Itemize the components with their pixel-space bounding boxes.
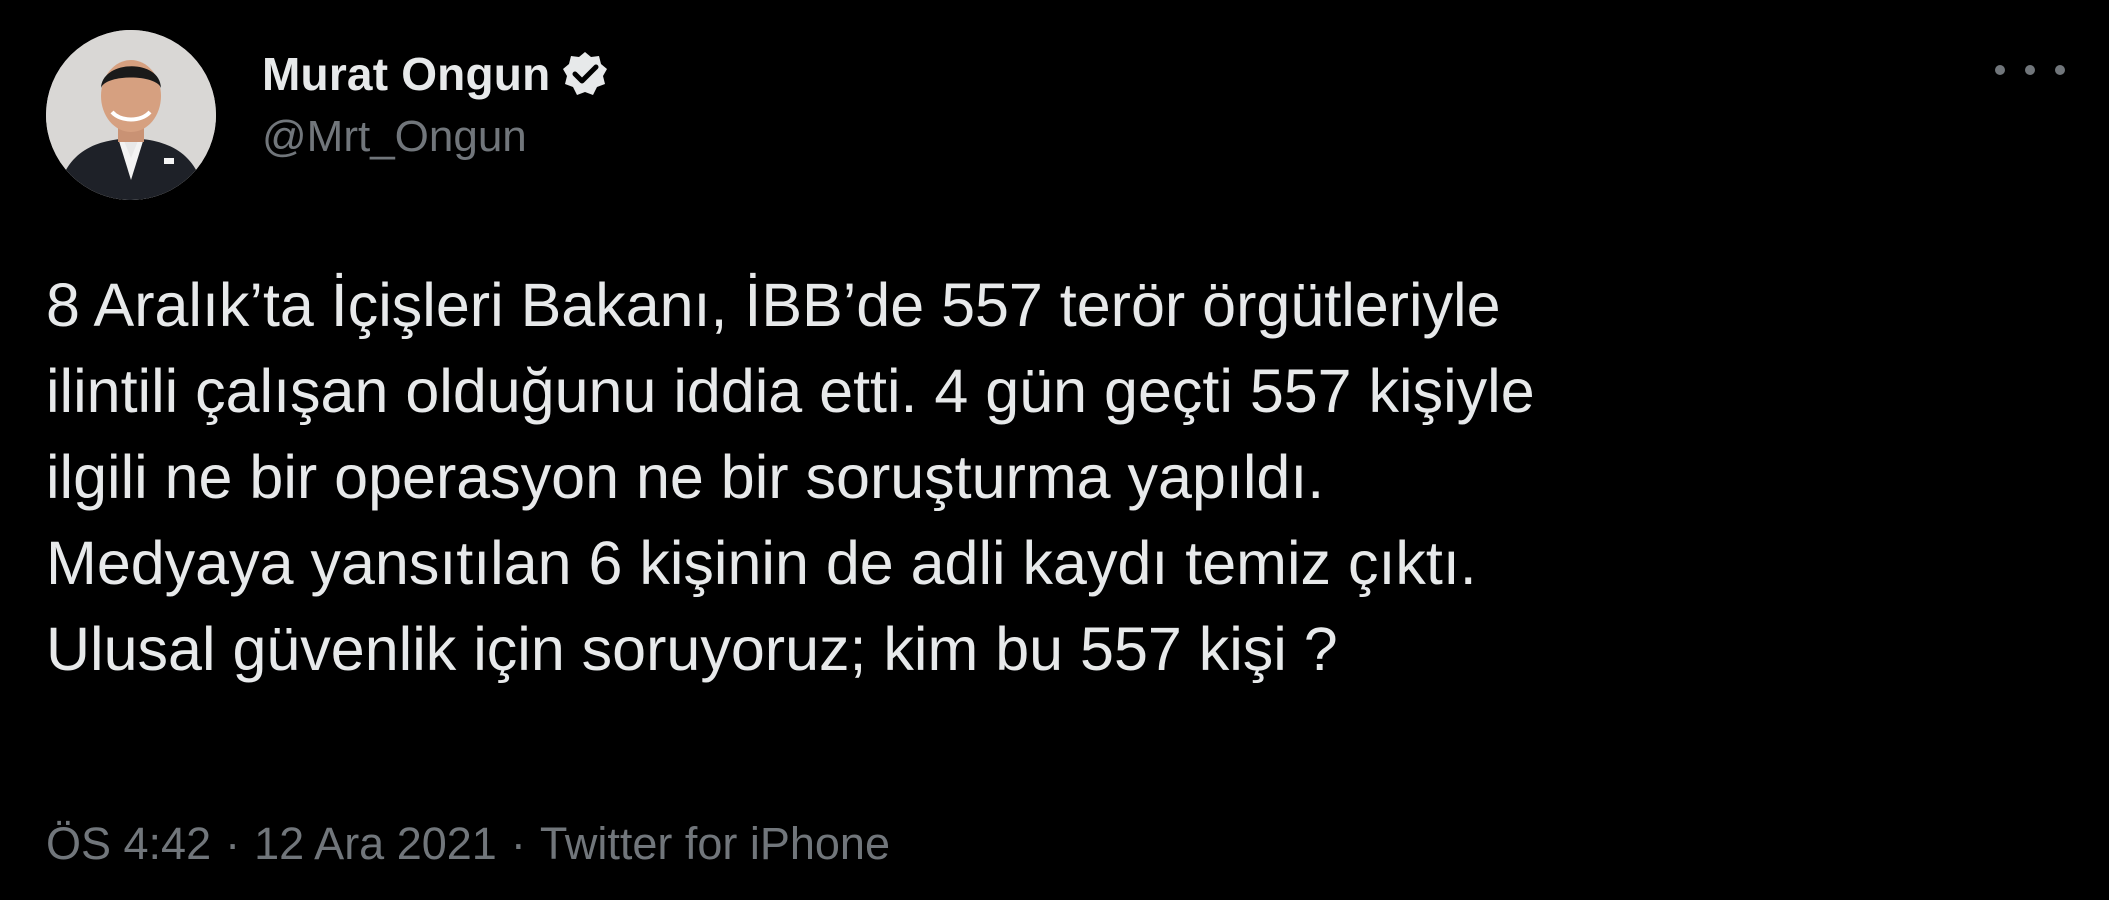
- tweet-meta: ÖS 4:42 · 12 Ara 2021 · Twitter for iPho…: [46, 818, 890, 870]
- more-options-icon[interactable]: [1995, 50, 2065, 90]
- avatar-image: [46, 30, 216, 200]
- tweet-source[interactable]: Twitter for iPhone: [540, 818, 890, 870]
- tweet-card: Murat Ongun @Mrt_Ongun 8 Aralık’ta İçişl…: [0, 0, 2109, 900]
- meta-separator: ·: [225, 818, 241, 869]
- tweet-text: 8 Aralık’ta İçişleri Bakanı, İBB’de 557 …: [46, 271, 1535, 683]
- avatar[interactable]: [46, 30, 216, 200]
- author-display-name[interactable]: Murat Ongun: [262, 47, 550, 101]
- author-block: Murat Ongun @Mrt_Ongun: [262, 44, 610, 162]
- tweet-date[interactable]: 12 Ara 2021: [254, 818, 497, 870]
- verified-badge-icon: [560, 49, 610, 99]
- meta-separator: ·: [510, 818, 526, 869]
- author-name-row: Murat Ongun: [262, 44, 610, 104]
- author-handle[interactable]: @Mrt_Ongun: [262, 112, 610, 162]
- tweet-time[interactable]: ÖS 4:42: [46, 818, 211, 870]
